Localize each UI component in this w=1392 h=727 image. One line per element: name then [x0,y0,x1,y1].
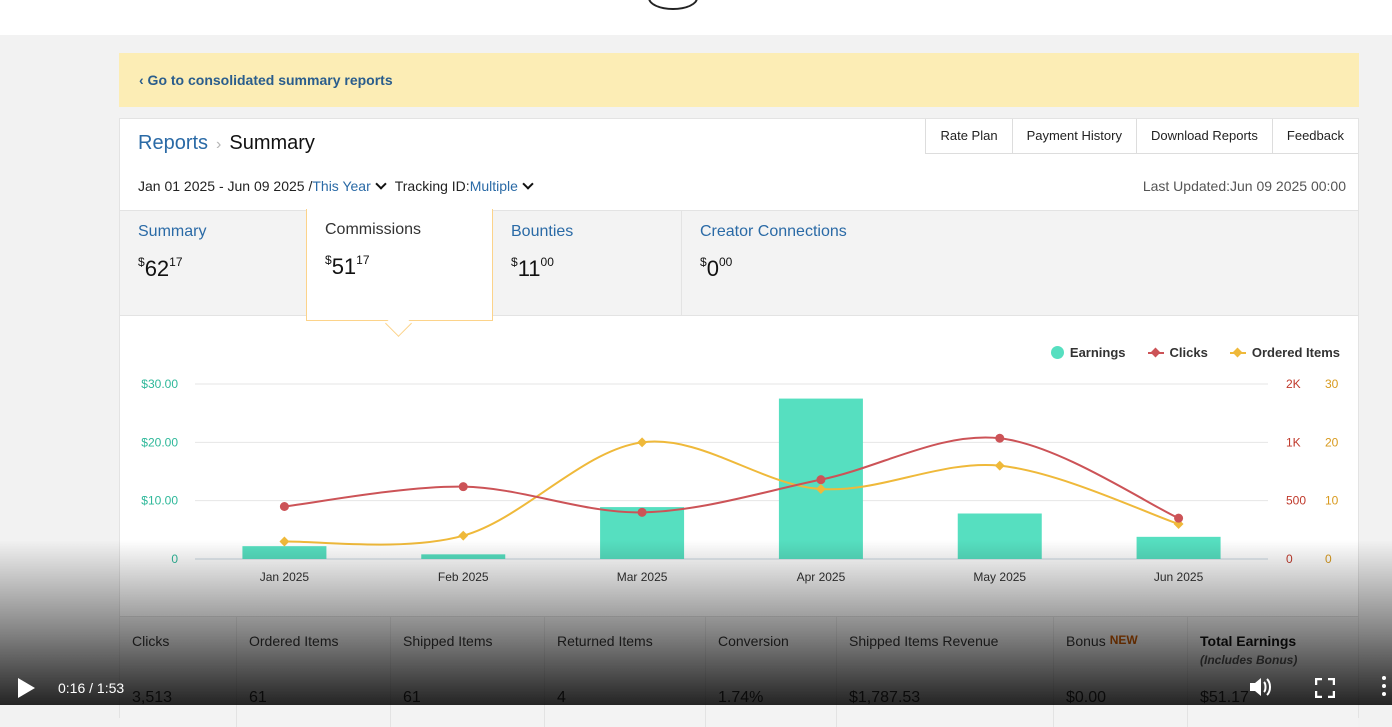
report-tabs: Summary $6217 Commissions $5117 Bounties… [120,209,1358,337]
clicks-point [995,433,1005,443]
more-options-icon[interactable] [1380,676,1388,700]
ordered-items-point [279,536,290,547]
clicks-point [458,482,468,492]
ordered-marker-icon [1229,351,1246,354]
x-axis-tick: Jan 2025 [260,570,310,584]
tab-creator-connections[interactable]: Creator Connections $000 [681,211,931,315]
tab-commissions[interactable]: Commissions $5117 [306,209,493,337]
last-updated-text: Last Updated:Jun 09 2025 00:00 [1142,178,1346,194]
x-axis-tick: Feb 2025 [438,570,489,584]
rate-plan-button[interactable]: Rate Plan [925,119,1012,154]
tab-summary[interactable]: Summary $6217 [120,211,306,315]
report-filters: Jan 01 2025 - Jun 09 2025 / This Year Tr… [138,178,542,194]
y-axis-tick-left: $20.00 [141,435,178,449]
y-axis-tick-ordered: 10 [1325,494,1339,508]
y-axis-tick-left: $30.00 [141,377,178,391]
x-axis-tick: May 2025 [973,570,1026,584]
tracking-id-dropdown[interactable]: Multiple [470,178,518,194]
chevron-down-icon[interactable] [375,178,387,190]
earnings-bar [1136,536,1221,559]
earnings-chart: 0 $10.00 $20.00 $30.00 0 500 1K 2K 0 10 20 30 Jan 20… [141,377,1339,584]
earnings-bar [242,546,327,559]
breadcrumb: Reports › Summary [138,132,315,155]
volume-icon[interactable] [1248,676,1274,698]
consolidated-summary-link[interactable]: ‹ Go to consolidated summary reports [139,72,393,88]
ordered-items-point [994,460,1005,471]
active-tab-pointer [385,310,412,337]
tab-bounties[interactable]: Bounties $1100 [493,211,681,315]
legend-clicks[interactable]: Clicks [1147,345,1208,360]
stat-label: Conversion [718,633,789,649]
breadcrumb-separator: › [216,136,222,153]
earnings-bar [957,513,1042,559]
x-axis-tick: Jun 2025 [1154,570,1204,584]
stat-label: Returned Items [557,633,653,649]
feedback-button[interactable]: Feedback [1271,119,1358,154]
legend-ordered-items[interactable]: Ordered Items [1229,345,1340,360]
tracking-id-label: Tracking ID: [394,178,470,194]
clicks-point [1174,513,1184,523]
tab-amount: $000 [700,255,733,281]
stat-label: Clicks [132,633,170,649]
period-dropdown[interactable]: This Year [312,178,370,194]
play-icon[interactable] [18,678,35,698]
x-axis-tick: Mar 2025 [617,570,668,584]
earnings-bar [421,554,506,559]
new-badge: NEW [1109,633,1138,647]
stat-label: Ordered Items [249,633,339,649]
x-axis-tick: Apr 2025 [797,570,846,584]
y-axis-tick-left: 0 [171,552,178,566]
legend-earnings[interactable]: Earnings [1050,345,1126,360]
download-reports-button[interactable]: Download Reports [1135,119,1272,154]
tab-label: Bounties [511,223,574,240]
video-time: 0:16 / 1:53 [58,680,125,696]
clicks-point [279,502,289,511]
page-title: Summary [229,132,315,154]
y-axis-tick-clicks: 1K [1286,435,1301,449]
fullscreen-icon[interactable] [1315,678,1335,698]
clicks-marker-icon [1147,351,1164,354]
ordered-items-point [637,437,648,448]
video-controls: 0:16 / 1:53 [0,670,1392,705]
payment-history-button[interactable]: Payment History [1011,119,1136,154]
y-axis-tick-left: $10.00 [141,494,178,508]
report-panel: Reports › Summary Rate Plan Payment Histor… [119,118,1359,727]
report-toolbar: Rate Plan Payment History Download Repor… [925,119,1358,154]
y-axis-tick-clicks: 2K [1286,377,1301,391]
y-axis-tick-ordered: 30 [1325,377,1339,391]
breadcrumb-reports-link[interactable]: Reports [138,132,208,154]
chevron-down-icon[interactable] [522,178,534,190]
stat-sublabel: (Includes Bonus) [1200,653,1298,667]
chart-legend: Earnings Clicks Ordered Items [1029,345,1340,360]
stat-label: Shipped Items [403,633,493,649]
brand-logo [648,0,698,10]
stat-label: Total Earnings (Includes Bonus) [1200,633,1298,667]
y-axis-tick-clicks: 500 [1286,494,1306,508]
stat-label: Bonus NEW [1066,633,1138,649]
tab-label: Summary [138,223,207,240]
tab-label: Creator Connections [700,223,847,240]
tab-amount: $5117 [325,253,370,279]
top-bar [0,0,1392,35]
tab-label: Commissions [325,221,422,238]
y-axis-tick-clicks: 0 [1286,552,1293,566]
y-axis-tick-ordered: 0 [1325,552,1332,566]
tab-amount: $1100 [511,255,554,281]
clicks-point [816,475,826,485]
clicks-line [284,436,1179,520]
date-range-text: Jan 01 2025 - Jun 09 2025 / [138,178,313,194]
tab-amount: $6217 [138,255,183,281]
y-axis-tick-ordered: 20 [1325,435,1339,449]
consolidated-banner: ‹ Go to consolidated summary reports [119,53,1359,107]
earnings-dot-icon [1050,346,1064,359]
stat-label: Shipped Items Revenue [849,633,999,649]
ordered-items-point [458,530,469,541]
clicks-point [637,507,647,517]
ordered-items-line [284,440,1179,546]
